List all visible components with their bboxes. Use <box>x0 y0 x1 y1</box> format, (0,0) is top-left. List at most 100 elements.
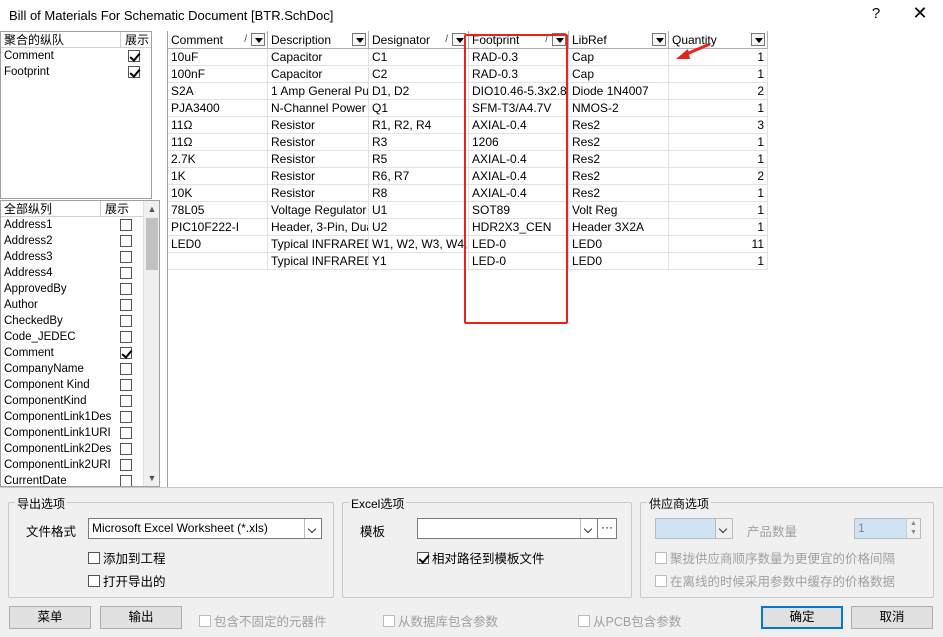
table-row[interactable]: Typical INFRARED GaAs LEDY1LED-0LED01 <box>168 253 768 270</box>
show-checkbox[interactable] <box>120 443 132 455</box>
chevron-down-icon[interactable] <box>580 519 597 538</box>
grid-header-libref[interactable]: LibRef <box>569 31 669 49</box>
list-item[interactable]: ComponentLink1URI <box>1 425 159 441</box>
product-qty-spinner[interactable]: 1 ▲ ▼ <box>854 518 921 539</box>
list-item[interactable]: Footprint <box>1 64 151 80</box>
file-format-select[interactable]: Microsoft Excel Worksheet (*.xls) <box>88 518 322 539</box>
table-row[interactable]: 2.7K Resistor R5 AXIAL-0.4 Res2 1 <box>168 151 768 168</box>
filter-dropdown-icon[interactable] <box>751 33 765 46</box>
relative-path-check[interactable] <box>417 551 429 564</box>
ok-button[interactable]: 确定 <box>761 606 843 629</box>
list-item[interactable]: Address3 <box>1 249 159 265</box>
table-row[interactable]: 11Ω Resistor R1, R2, R4 AXIAL-0.4 Res2 3 <box>168 117 768 134</box>
list-item[interactable]: Address4 <box>1 265 159 281</box>
add-to-project-checkbox[interactable]: 添加到工程 <box>88 548 166 567</box>
scroll-up-icon[interactable]: ▲ <box>144 201 159 217</box>
grid-header-footprint[interactable]: Footprint / <box>469 31 569 49</box>
open-exported-checkbox[interactable]: 打开导出的 <box>88 571 166 590</box>
show-checkbox[interactable] <box>120 459 132 471</box>
list-item[interactable]: ComponentLink2Des <box>1 441 159 457</box>
show-checkbox[interactable] <box>120 315 132 327</box>
all-columns-scrollbar[interactable]: ▲ ▼ <box>143 201 159 486</box>
cached-price-check[interactable] <box>655 574 667 587</box>
list-item[interactable]: CheckedBy <box>1 313 159 329</box>
table-row[interactable]: PIC10F222-IHeader, 3-Pin, Dual rowU2HDR2… <box>168 219 768 236</box>
list-item[interactable]: ComponentLink2URI <box>1 457 159 473</box>
cached-price-checkbox[interactable]: 在离线的时候采用参数中缓存的价格数据 <box>655 571 895 590</box>
scroll-thumb[interactable] <box>146 218 158 270</box>
show-checkbox[interactable] <box>128 50 140 62</box>
show-checkbox[interactable] <box>120 395 132 407</box>
list-item[interactable]: Address1 <box>1 217 159 233</box>
show-checkbox[interactable] <box>120 363 132 375</box>
table-row[interactable]: 78L05 Voltage Regulator U1 SOT89 Volt Reg 1 <box>168 202 768 219</box>
scroll-down-icon[interactable]: ▼ <box>144 470 159 486</box>
show-checkbox[interactable] <box>128 66 140 78</box>
show-checkbox[interactable] <box>120 411 132 423</box>
relative-path-checkbox[interactable]: 相对路径到模板文件 <box>417 548 545 567</box>
include-unfixed-check[interactable] <box>199 614 211 627</box>
show-checkbox[interactable] <box>120 235 132 247</box>
sort-icon[interactable]: / <box>445 31 448 49</box>
close-button[interactable]: ✕ <box>906 3 934 27</box>
chevron-down-icon[interactable] <box>304 519 321 538</box>
list-item[interactable]: Comment <box>1 345 159 361</box>
include-unfixed-checkbox[interactable]: 包含不固定的元器件 <box>199 611 327 630</box>
list-item[interactable]: CompanyName <box>1 361 159 377</box>
grid-header-comment[interactable]: Comment / <box>168 31 268 49</box>
help-button[interactable]: ? <box>866 5 886 25</box>
template-browse-button[interactable]: ··· <box>597 518 617 539</box>
list-item[interactable]: CurrentDate <box>1 473 159 486</box>
filter-dropdown-icon[interactable] <box>552 33 566 46</box>
template-select[interactable] <box>417 518 598 539</box>
table-row[interactable]: 1K Resistor R6, R7 AXIAL-0.4 Res2 2 <box>168 168 768 185</box>
show-checkbox[interactable] <box>120 267 132 279</box>
show-checkbox[interactable] <box>120 299 132 311</box>
table-row[interactable]: S2A1 Amp General PurposeD1, D2DIO10.46-5… <box>168 83 768 100</box>
add-to-project-check[interactable] <box>88 551 100 564</box>
spinner-arrows-icon[interactable]: ▲ ▼ <box>906 519 920 538</box>
show-checkbox[interactable] <box>120 219 132 231</box>
aggregate-price-checkbox[interactable]: 聚拢供应商顺序数量为更便宜的价格间隔 <box>655 548 895 567</box>
list-item[interactable]: ComponentKind <box>1 393 159 409</box>
aggregate-price-check[interactable] <box>655 551 667 564</box>
include-db-checkbox[interactable]: 从数据库包含参数 <box>383 611 498 630</box>
table-row[interactable]: PJA3400N-Channel Power MOSFETQ1SFM-T3/A4… <box>168 100 768 117</box>
show-checkbox[interactable] <box>120 475 132 486</box>
filter-dropdown-icon[interactable] <box>652 33 666 46</box>
grid-header-designator[interactable]: Designator / <box>369 31 469 49</box>
open-exported-check[interactable] <box>88 574 100 587</box>
list-item[interactable]: Component Kind <box>1 377 159 393</box>
filter-dropdown-icon[interactable] <box>452 33 466 46</box>
show-checkbox[interactable] <box>120 283 132 295</box>
filter-dropdown-icon[interactable] <box>251 33 265 46</box>
table-row[interactable]: 10K Resistor R8 AXIAL-0.4 Res2 1 <box>168 185 768 202</box>
list-item[interactable]: Code_JEDEC <box>1 329 159 345</box>
all-col-header[interactable]: 全部纵列 <box>1 201 101 216</box>
grouped-col-header[interactable]: 聚合的纵队 <box>1 32 121 47</box>
include-pcb-check[interactable] <box>578 614 590 627</box>
supplier-select[interactable] <box>655 518 733 539</box>
table-row[interactable]: LED0Typical INFRARED GaAs LEDW1, W2, W3,… <box>168 236 768 253</box>
export-button[interactable]: 输出 <box>100 606 182 629</box>
cancel-button[interactable]: 取消 <box>851 606 933 629</box>
show-checkbox[interactable] <box>120 331 132 343</box>
list-item[interactable]: ApprovedBy <box>1 281 159 297</box>
show-checkbox[interactable] <box>120 379 132 391</box>
list-item[interactable]: Author <box>1 297 159 313</box>
include-pcb-checkbox[interactable]: 从PCB包含参数 <box>578 611 681 630</box>
include-db-check[interactable] <box>383 614 395 627</box>
sort-icon[interactable]: / <box>244 31 247 49</box>
filter-dropdown-icon[interactable] <box>352 33 366 46</box>
show-checkbox[interactable] <box>120 427 132 439</box>
list-item[interactable]: Address2 <box>1 233 159 249</box>
table-row[interactable]: 11Ω Resistor R3 1206 Res2 1 <box>168 134 768 151</box>
table-row[interactable]: 100nF Capacitor C2 RAD-0.3 Cap 1 <box>168 66 768 83</box>
grid-header-description[interactable]: Description <box>268 31 369 49</box>
menu-button[interactable]: 菜单 <box>9 606 91 629</box>
show-checkbox[interactable] <box>120 251 132 263</box>
list-item[interactable]: Comment <box>1 48 151 64</box>
show-checkbox[interactable] <box>120 347 132 359</box>
sort-icon[interactable]: / <box>545 31 548 49</box>
chevron-down-icon[interactable] <box>715 519 732 538</box>
